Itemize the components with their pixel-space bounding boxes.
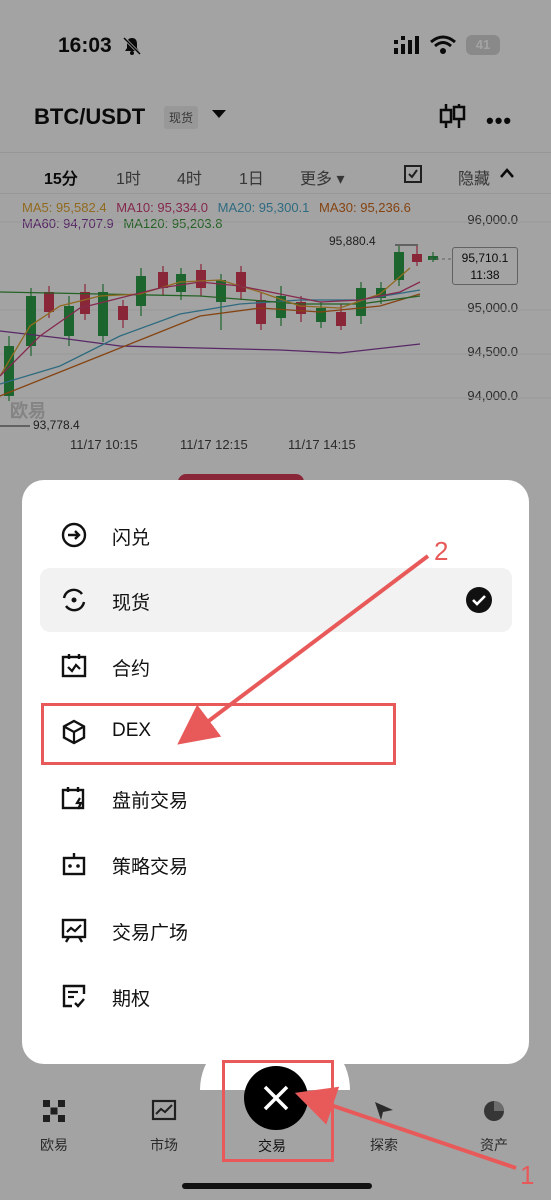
annotation-arrows: [177, 554, 517, 1170]
annotation-arrow-2: [177, 554, 430, 745]
annotation-arrow-1: [294, 1086, 517, 1170]
